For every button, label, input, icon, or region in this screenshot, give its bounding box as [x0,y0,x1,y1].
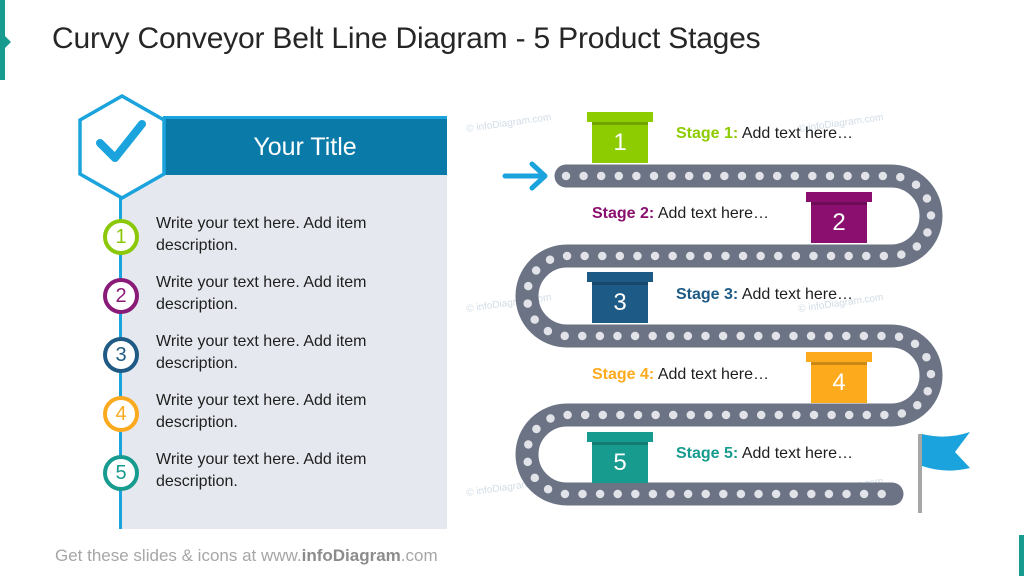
box-lid [806,352,872,362]
stage-label-5[interactable]: Stage 5: Add text here… [676,445,853,463]
box-number: 1 [613,128,627,156]
footer-prefix: Get these slides & icons at www. [55,546,302,565]
box-shadow [592,282,648,285]
box-body: 1 [592,122,648,163]
box-shadow [592,122,648,125]
box-lid [587,112,653,122]
box-lid [587,432,653,442]
stage-text: Add text here… [657,366,769,383]
stage-box-1: 1 [587,112,653,163]
stage-box-2: 2 [806,192,872,243]
stage-label-3[interactable]: Stage 3: Add text here… [676,286,853,304]
box-shadow [811,202,867,205]
box-body: 5 [592,442,648,483]
stage-name: Stage 5: [676,445,739,462]
flag-icon [918,432,970,513]
stage-box-3: 3 [587,272,653,323]
box-shadow [811,362,867,365]
box-number: 5 [613,448,627,476]
flag-cloth [922,432,970,471]
box-number: 2 [832,208,846,236]
stage-name: Stage 2: [592,205,655,222]
stage-name: Stage 1: [676,125,739,142]
stage-name: Stage 3: [676,286,739,303]
box-shadow [592,442,648,445]
stage-box-4: 4 [806,352,872,403]
stage-label-1[interactable]: Stage 1: Add text here… [676,125,853,143]
box-body: 3 [592,282,648,323]
footer-suffix: .com [400,546,438,565]
stage-box-5: 5 [587,432,653,483]
stage-text: Add text here… [741,125,853,142]
box-body: 4 [811,362,867,403]
conveyor-belt-diagram [502,161,970,513]
stage-label-4[interactable]: Stage 4: Add text here… [592,366,769,384]
footer-brand: infoDiagram [301,546,401,565]
stage-name: Stage 4: [592,366,655,383]
box-lid [806,192,872,202]
box-lid [587,272,653,282]
stage-text: Add text here… [657,205,769,222]
arrow-right-icon [502,161,548,191]
stage-text: Add text here… [741,286,853,303]
stage-text: Add text here… [741,445,853,462]
box-body: 2 [811,202,867,243]
box-number: 3 [613,288,627,316]
footer-credit[interactable]: Get these slides & icons at www.infoDiag… [55,546,438,566]
stage-label-2[interactable]: Stage 2: Add text here… [592,205,769,223]
box-number: 4 [832,368,846,396]
